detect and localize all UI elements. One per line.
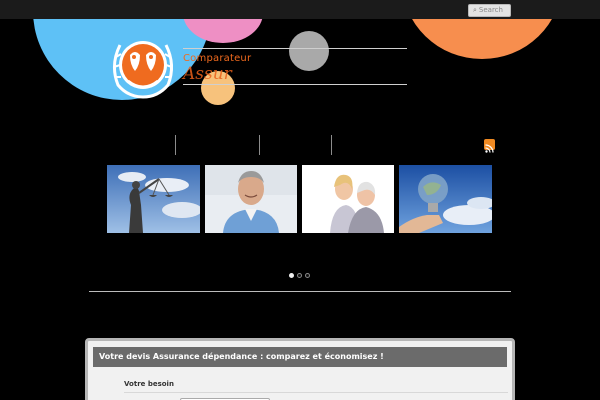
- quote-form: Votre devis Assurance dépendance : compa…: [85, 338, 515, 400]
- slider-dot[interactable]: [289, 273, 294, 278]
- site-logo-icon[interactable]: [108, 35, 178, 101]
- decor-circle-gray: [289, 31, 329, 71]
- slider-pagination: [289, 273, 310, 278]
- need-separator: [124, 392, 508, 393]
- content-divider: [89, 291, 511, 292]
- search-input[interactable]: ⌕ Search: [468, 4, 511, 17]
- slider-dot[interactable]: [297, 273, 302, 278]
- need-label: Votre besoin: [124, 380, 174, 388]
- slider-dot[interactable]: [305, 273, 310, 278]
- header-rule-top: [183, 48, 407, 49]
- logo-brand: Assur: [183, 64, 232, 84]
- search-icon: ⌕: [473, 6, 477, 14]
- quote-form-title: Votre devis Assurance dépendance : compa…: [93, 347, 507, 367]
- nav-separator: [331, 135, 332, 155]
- header-rule-bottom: [183, 84, 407, 85]
- slide-justice-statue[interactable]: [107, 165, 200, 233]
- nav-separator: [259, 135, 260, 155]
- slide-light-bulb[interactable]: [399, 165, 492, 233]
- top-bar: ⌕ Search: [0, 0, 600, 19]
- search-placeholder: Search: [478, 6, 503, 14]
- slide-elderly-woman-and-child[interactable]: [302, 165, 394, 233]
- logo-tagline: Comparateur: [183, 53, 252, 64]
- nav-separator: [175, 135, 176, 155]
- rss-icon[interactable]: [484, 139, 495, 153]
- slide-smiling-man[interactable]: [205, 165, 297, 233]
